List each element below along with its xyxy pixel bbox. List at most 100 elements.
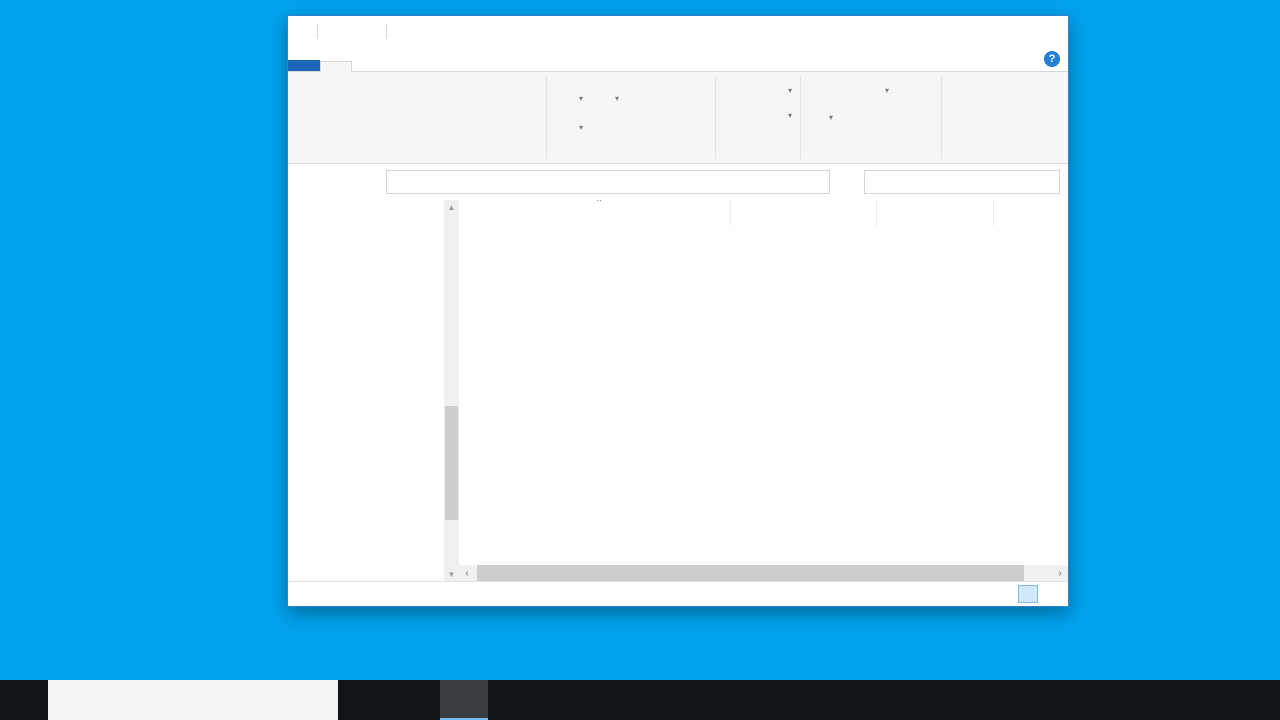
file-explorer-window: ? ▾ ▾ ▾ ▾ ▾ ▾ ▾ ▲ ▼ ⌃ ‹ › xyxy=(287,15,1069,607)
easy-access-button[interactable]: ▾ xyxy=(766,106,792,125)
edit-icon xyxy=(859,105,875,121)
address-input[interactable] xyxy=(386,170,830,194)
scissors-icon xyxy=(456,83,472,99)
new-item-icon xyxy=(766,83,782,99)
new-folder-icon xyxy=(726,79,756,109)
scroll-right-icon[interactable]: › xyxy=(1052,568,1068,579)
title-bar xyxy=(288,16,1068,46)
column-header-size[interactable] xyxy=(994,200,1068,226)
scroll-down-icon[interactable]: ▼ xyxy=(444,567,459,581)
cut-button[interactable] xyxy=(456,81,476,100)
minimize-button[interactable] xyxy=(933,16,978,46)
close-button[interactable] xyxy=(1023,16,1068,46)
qat-properties-icon[interactable] xyxy=(323,23,339,39)
copy-to-button[interactable]: ▾ xyxy=(553,118,583,137)
tab-file[interactable] xyxy=(288,60,320,71)
column-headers: ⌃ xyxy=(459,200,1068,226)
forward-button[interactable] xyxy=(318,171,340,193)
edit-button[interactable] xyxy=(859,103,889,122)
copy-path-button[interactable] xyxy=(456,103,476,122)
explorer-window-icon xyxy=(296,23,312,39)
history-clock-icon xyxy=(859,127,875,143)
taskbar-file-explorer-button[interactable] xyxy=(440,680,488,720)
scroll-left-icon[interactable]: ‹ xyxy=(459,568,475,579)
copy-icon xyxy=(366,79,396,109)
tab-share[interactable] xyxy=(352,62,382,71)
status-bar xyxy=(288,581,1068,606)
scrollbar-thumb[interactable] xyxy=(477,565,1024,581)
scroll-up-icon[interactable]: ▲ xyxy=(444,200,459,214)
maximize-button[interactable] xyxy=(978,16,1023,46)
new-item-button[interactable]: ▾ xyxy=(766,81,792,100)
system-tray xyxy=(1118,680,1280,720)
search-input[interactable] xyxy=(864,170,1060,194)
file-list xyxy=(459,226,1068,565)
separator xyxy=(317,24,318,38)
delete-button[interactable]: ▾ xyxy=(589,89,619,108)
navigation-pane xyxy=(288,200,444,581)
taskbar-search-input[interactable] xyxy=(48,680,338,720)
pin-to-quick-access-button[interactable] xyxy=(290,77,360,145)
paste-icon xyxy=(410,79,440,109)
search-icon xyxy=(962,175,1053,189)
open-icon xyxy=(859,83,875,99)
recent-locations-chevron-icon[interactable] xyxy=(342,171,356,193)
action-center-icon[interactable] xyxy=(1238,680,1276,720)
select-none-button[interactable] xyxy=(948,103,1068,122)
rotation-lock-icon[interactable] xyxy=(1144,680,1170,720)
column-header-name[interactable] xyxy=(459,200,731,226)
pushpin-icon xyxy=(310,79,340,109)
start-button[interactable] xyxy=(0,680,48,720)
paste-shortcut-button[interactable] xyxy=(456,125,476,144)
history-button[interactable] xyxy=(859,125,889,144)
anyrun-logo-icon xyxy=(1206,631,1258,675)
ribbon-group-open: ▾ ▾ xyxy=(801,72,941,163)
tab-view[interactable] xyxy=(382,62,412,71)
ribbon-group-new: ▾ ▾ xyxy=(716,72,800,163)
back-button[interactable] xyxy=(294,171,316,193)
window-controls xyxy=(933,16,1068,46)
taskbar-edge-button[interactable] xyxy=(392,680,440,720)
quick-access-toolbar xyxy=(288,23,393,39)
tab-home[interactable] xyxy=(320,61,352,72)
horizontal-scrollbar[interactable]: ‹ › xyxy=(459,565,1068,581)
properties-button[interactable]: ▾ xyxy=(801,77,859,145)
qat-customize-chevron-icon[interactable] xyxy=(365,23,381,39)
task-view-button[interactable] xyxy=(344,680,392,720)
move-to-button[interactable]: ▾ xyxy=(553,89,583,108)
copy-button[interactable] xyxy=(360,77,402,145)
network-icon[interactable] xyxy=(1170,680,1196,720)
scrollbar-thumb[interactable] xyxy=(445,405,458,521)
rename-button[interactable] xyxy=(589,118,619,137)
address-bar xyxy=(288,164,1068,200)
open-button[interactable]: ▾ xyxy=(859,81,889,100)
properties-check-icon xyxy=(815,79,845,109)
select-all-button[interactable] xyxy=(948,81,1068,100)
details-view-button[interactable] xyxy=(1018,585,1038,603)
volume-icon[interactable] xyxy=(1196,680,1222,720)
new-folder-button[interactable] xyxy=(716,77,766,145)
show-hidden-icons-chevron-icon[interactable] xyxy=(1118,680,1144,720)
qat-new-folder-icon[interactable] xyxy=(344,23,360,39)
thumbnail-view-button[interactable] xyxy=(1040,585,1060,603)
taskbar-firefox-button[interactable] xyxy=(488,680,536,720)
copy-path-icon xyxy=(456,105,472,121)
invert-selection-icon xyxy=(948,127,964,143)
address-dropdown-chevron-icon[interactable] xyxy=(805,174,823,190)
ribbon-group-organize: ▾ ▾ ▾ xyxy=(547,72,715,163)
invert-selection-button[interactable] xyxy=(948,125,1068,144)
sidebar-scrollbar[interactable]: ▲ ▼ xyxy=(444,200,459,581)
up-button[interactable] xyxy=(358,171,380,193)
paste-button[interactable] xyxy=(402,77,448,145)
column-header-date-modified[interactable] xyxy=(731,200,877,226)
anyrun-watermark xyxy=(1198,631,1274,676)
ribbon-group-clipboard xyxy=(290,72,546,163)
location-folder-icon xyxy=(391,174,407,190)
column-header-type[interactable] xyxy=(877,200,994,226)
easy-access-icon xyxy=(766,108,782,124)
copy-to-icon xyxy=(553,120,569,136)
desktop: { "desktop": { "icons": [ {"label":"Recy… xyxy=(0,0,1280,720)
move-to-icon xyxy=(553,91,569,107)
refresh-icon[interactable] xyxy=(834,170,858,194)
help-icon[interactable]: ? xyxy=(1044,51,1060,67)
